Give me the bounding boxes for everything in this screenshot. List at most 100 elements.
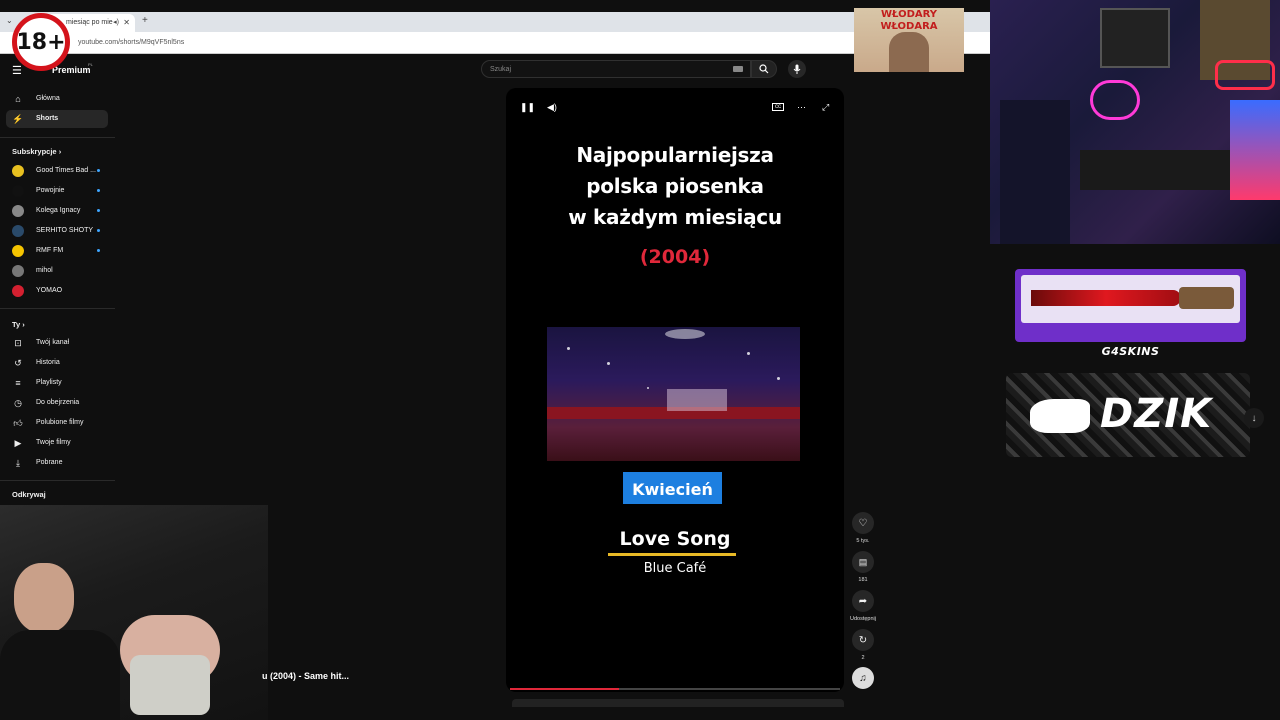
new-content-dot — [97, 189, 100, 192]
search-button[interactable] — [751, 60, 777, 78]
url-text[interactable]: youtube.com/shorts/M9qVF5nl5ns — [78, 39, 184, 46]
sidebar-item-label: Główna — [36, 95, 60, 102]
progress-bar[interactable] — [510, 688, 840, 690]
search-placeholder: Szukaj — [490, 66, 512, 73]
heart-icon: ♡ — [858, 517, 868, 529]
close-tab-icon[interactable]: ✕ — [123, 18, 130, 27]
sidebar-item-label: SERHITO SHOTY — [36, 227, 94, 234]
sidebar-you-item[interactable]: ⊡ Twój kanał — [6, 334, 108, 352]
subscriptions-heading[interactable]: Subskrypcje › — [12, 147, 61, 156]
logo-country-code: PL — [88, 62, 93, 67]
speaker-icon[interactable]: ◂) — [113, 18, 119, 26]
channel-avatar — [12, 285, 24, 297]
playlist-icon: ≡ — [15, 378, 21, 388]
history-icon: ↺ — [14, 357, 22, 368]
next-short-preview[interactable] — [512, 699, 844, 707]
stage-light — [747, 352, 750, 355]
year-label: (2004) — [639, 246, 711, 268]
streamer-head — [14, 563, 74, 633]
new-content-dot — [97, 229, 100, 232]
sidebar-subscription-item[interactable]: YOMAO — [6, 282, 108, 300]
stage-light — [647, 387, 649, 389]
hamburger-menu-icon[interactable]: ☰ — [12, 64, 22, 77]
captions-icon[interactable]: cc — [772, 103, 784, 111]
subscriptions-heading-label: Subskrypcje — [12, 147, 57, 156]
sidebar-subscription-item[interactable]: Good Times Bad ... — [6, 162, 108, 180]
stage-light — [567, 347, 570, 350]
chevron-right-icon: › — [58, 147, 62, 156]
channel-avatar — [12, 245, 24, 257]
new-content-dot — [97, 249, 100, 252]
channel-avatar — [12, 205, 24, 217]
you-heading[interactable]: Ty › — [12, 320, 25, 329]
sidebar-subscription-item[interactable]: SERHITO SHOTY — [6, 222, 108, 240]
sidebar-item-label: YOMAO — [36, 287, 63, 294]
channel-avatar — [12, 165, 24, 177]
progress-fill — [510, 688, 619, 690]
g4skins-logo: G4SKINS — [1101, 345, 1160, 358]
youtube-premium-logo[interactable]: Premium — [52, 65, 91, 75]
month-label: Kwiecień — [623, 472, 722, 504]
streamer-webcam — [0, 505, 268, 720]
neon-sign — [1215, 60, 1275, 90]
sidebar-you-item[interactable]: ↺ Historia — [6, 354, 108, 372]
sidebar-subscription-item[interactable]: Powojnie — [6, 182, 108, 200]
shorts-player[interactable]: ❚❚ ◀) cc ⋯ ⤢ Najpopularniejsza polska pi… — [506, 88, 844, 692]
sidebar-item-label: Playlisty — [36, 379, 62, 386]
more-options-icon[interactable]: ⋯ — [797, 102, 806, 113]
stage-light — [665, 329, 705, 339]
sidebar-you-item[interactable]: 👍︎ Polubione filmy — [6, 414, 108, 432]
channel-avatar — [12, 185, 24, 197]
boar-icon — [1030, 399, 1090, 433]
sidebar-item-label: Twój kanał — [36, 339, 70, 346]
like-button[interactable]: ♡ — [852, 512, 874, 534]
underlying-video-title[interactable]: u (2004) - Same hit... — [262, 671, 349, 681]
search-input[interactable]: Szukaj — [481, 60, 751, 78]
performers — [667, 389, 727, 411]
remix-button[interactable]: ↻ — [852, 629, 874, 651]
like-icon: 👍︎ — [13, 417, 23, 428]
sound-button[interactable]: ♫ — [852, 667, 874, 689]
sidebar-subscription-item[interactable]: mihol — [6, 262, 108, 280]
voice-search-button[interactable] — [788, 60, 806, 78]
sidebar-you-item[interactable]: ◷ Do obejrzenia — [6, 394, 108, 412]
stage-light — [607, 362, 610, 365]
channel-avatar — [12, 265, 24, 277]
stage-light — [777, 377, 780, 380]
scroll-down-icon[interactable]: ↓ — [1244, 408, 1264, 428]
fullscreen-icon[interactable]: ⤢ — [822, 102, 829, 113]
wlodary-poster: WŁODARY WŁODARA — [854, 8, 964, 72]
keyboard-icon[interactable] — [733, 66, 743, 72]
sidebar-you-item[interactable]: ▶ Twoje filmy — [6, 434, 108, 452]
sidebar-divider — [0, 480, 115, 481]
tab-title: miesiąc po mie — [66, 19, 113, 26]
channel-avatar — [12, 225, 24, 237]
sidebar-you-item[interactable]: ⤓ Pobrane — [6, 454, 108, 472]
sidebar-item-shorts[interactable]: ⚡ Shorts — [6, 110, 108, 128]
sidebar-item-home[interactable]: ⌂ Główna — [6, 90, 108, 108]
knife-handle — [1179, 287, 1234, 309]
artist-name: Blue Café — [643, 561, 707, 576]
new-content-dot — [97, 169, 100, 172]
concert-video-frame — [547, 327, 800, 461]
sidebar-you-item[interactable]: ≡ Playlisty — [6, 374, 108, 392]
tab-list-chevron-icon[interactable]: ⌄ — [6, 16, 13, 25]
volume-icon[interactable]: ◀) — [547, 102, 557, 113]
browser-tab-bar: ⌄ miesiąc po mie ◂) ✕ + — [0, 12, 990, 32]
streamer-room-camera — [990, 0, 1280, 244]
pause-icon[interactable]: ❚❚ — [520, 102, 535, 113]
knife-card-inner — [1021, 275, 1240, 323]
sidebar-subscription-item[interactable]: Kolega Ignacy — [6, 202, 108, 220]
download-icon: ⤓ — [16, 457, 20, 468]
sidebar-item-label: Pobrane — [36, 459, 63, 466]
sidebar-subscription-item[interactable]: RMF FM — [6, 242, 108, 260]
short-heading-line-2: polska piosenka — [586, 174, 764, 198]
home-icon: ⌂ — [15, 94, 21, 104]
knife-blade — [1031, 290, 1181, 306]
new-tab-icon[interactable]: + — [142, 15, 148, 26]
address-bar[interactable]: youtube.com/shorts/M9qVF5nl5ns — [0, 32, 990, 54]
share-button[interactable]: ➦ — [852, 590, 874, 612]
chevron-right-icon: › — [22, 320, 25, 329]
comments-button[interactable]: ▤ — [852, 551, 874, 573]
video-icon: ▶ — [14, 437, 22, 448]
